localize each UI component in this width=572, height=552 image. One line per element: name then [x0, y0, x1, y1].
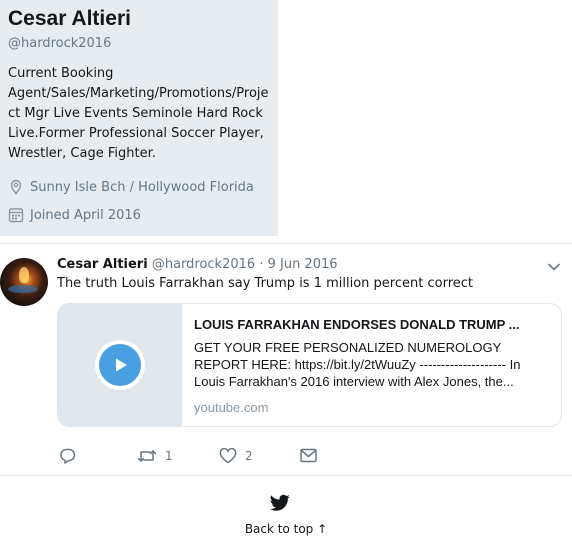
tweet-text: The truth Louis Farrakhan say Trump is 1… [57, 276, 473, 291]
card-description: GET YOUR FREE PERSONALIZED NUMEROLOGY RE… [194, 340, 521, 389]
tweet-date[interactable]: 9 Jun 2016 [268, 257, 338, 272]
profile-joined-text: Joined April 2016 [30, 207, 141, 223]
envelope-icon [300, 448, 317, 463]
card-thumbnail[interactable] [58, 304, 182, 426]
heart-icon [219, 448, 237, 464]
divider [0, 475, 572, 476]
profile-joined: Joined April 2016 [8, 204, 278, 226]
profile-card: Cesar Altieri @hardrock2016 Current Book… [0, 0, 278, 236]
calendar-icon [8, 207, 24, 223]
like-count: 2 [245, 449, 253, 463]
retweet-button[interactable]: 1 [137, 448, 173, 464]
profile-bio: Current Booking Agent/Sales/Marketing/Pr… [8, 64, 270, 164]
profile-location-text: Sunny Isle Bch / Hollywood Florida [30, 179, 254, 195]
retweet-icon [137, 450, 157, 462]
tweet[interactable]: Cesar Altieri @hardrock2016 · 9 Jun 2016… [0, 245, 572, 477]
profile-bio-line: Current Booking [8, 66, 114, 81]
tweet-actions: 1 2 [57, 448, 357, 466]
profile-bio-line: Wrestler, Cage Fighter. [8, 146, 156, 161]
avatar-glow [8, 285, 38, 293]
link-card[interactable]: LOUIS FARRAKHAN ENDORSES DONALD TRUMP ..… [57, 303, 562, 427]
tweet-separator: · [259, 257, 264, 272]
play-icon [116, 358, 127, 372]
location-pin-icon [8, 179, 24, 195]
profile-bio-line: Agent/Sales/Marketing/Promotions/Proje [8, 86, 269, 101]
tweet-header: Cesar Altieri @hardrock2016 · 9 Jun 2016 [57, 257, 338, 272]
back-to-top-link[interactable]: Back to top ↑ [0, 522, 572, 536]
profile-bio-line: Live.Former Professional Soccer Player, [8, 126, 264, 141]
divider [0, 243, 572, 244]
tweet-author[interactable]: Cesar Altieri [57, 257, 148, 272]
avatar[interactable] [0, 258, 48, 306]
chevron-down-icon[interactable] [547, 259, 561, 273]
direct-message-button[interactable] [300, 448, 317, 463]
retweet-count: 1 [165, 449, 173, 463]
card-title: LOUIS FARRAKHAN ENDORSES DONALD TRUMP ..… [194, 317, 520, 332]
profile-location: Sunny Isle Bch / Hollywood Florida [8, 176, 278, 198]
profile-bio-line: ct Mgr Live Events Seminole Hard Rock [8, 106, 263, 121]
tweet-handle[interactable]: @hardrock2016 [152, 257, 255, 272]
twitter-bird-icon [270, 494, 290, 512]
like-button[interactable]: 2 [219, 448, 253, 464]
play-button[interactable] [95, 340, 145, 390]
reply-button[interactable] [59, 448, 84, 464]
avatar-flame [19, 267, 29, 283]
reply-icon [60, 448, 76, 464]
profile-handle[interactable]: @hardrock2016 [8, 36, 278, 51]
card-body: LOUIS FARRAKHAN ENDORSES DONALD TRUMP ..… [194, 317, 554, 415]
card-domain: youtube.com [194, 400, 269, 415]
profile-name[interactable]: Cesar Altieri [8, 6, 278, 32]
